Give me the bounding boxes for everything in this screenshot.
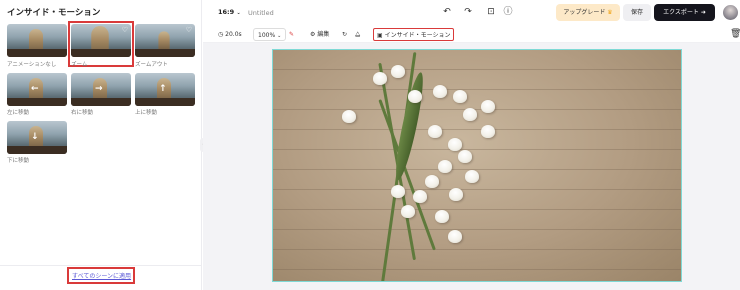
edit-button[interactable]: ⚙ 編集 [310,28,329,41]
thumbnail-boat [71,49,131,57]
motion-option-label: 下に移動 [7,158,30,164]
flower [428,125,442,138]
motion-option-zoom[interactable]: ♡ [71,24,131,57]
flower [438,160,452,173]
panel-divider [0,265,201,266]
chevron-down-icon: ⌄ [277,33,282,39]
flower [481,125,495,138]
canvas-area: 🗑 [203,29,740,290]
arrow-up-icon: ↑ [159,84,167,94]
flower [453,90,467,103]
inside-motion-label: インサイド・モーション [384,32,451,39]
flower [481,100,495,113]
arrow-left-icon: ← [31,84,39,94]
favorite-icon[interactable]: ♡ [186,26,192,34]
inside-motion-panel: インサイド・モーション アニメーションなし ♡ ズーム ♡ ズームアウト ← 左… [0,0,202,290]
flower [458,150,472,163]
crown-icon: ♛ [607,9,613,16]
magic-edit-icon[interactable]: ✎ [289,28,294,41]
document-title[interactable]: Untitled [248,9,274,17]
motion-option-label: ズーム [71,62,88,68]
duration-control[interactable]: ◷ 20.0s [218,28,242,41]
motion-option-label: ズームアウト [135,62,168,68]
edit-label: 編集 [317,31,330,38]
arrow-down-icon: ↓ [31,132,39,142]
flower [408,90,422,103]
motion-option-label: 上に移動 [135,110,158,116]
screen-capture-icon[interactable]: ⊡ [484,5,498,19]
motion-option-move-down[interactable]: ↓ [7,121,67,154]
arrow-right-icon: → [95,84,103,94]
inside-motion-button[interactable]: ▣ インサイド・モーション [373,28,455,41]
flip-icon[interactable]: ⧋ [355,28,360,41]
flower [433,85,447,98]
zoom-select[interactable]: 100% ⌄ [253,28,287,41]
editor-toolbar: ◷ 20.0s 100% ⌄ ✎ ⚙ 編集 ↻ ⧋ ▣ インサイド・モーション [203,26,740,43]
export-label: エクスポート [663,9,699,16]
thumbnail-boat [7,49,67,57]
export-button[interactable]: エクスポート ➜ [654,4,715,21]
flower [391,65,405,78]
trash-icon[interactable]: 🗑 [730,29,740,39]
panel-title: インサイド・モーション [7,8,101,18]
thumbnail-boat [135,98,195,106]
motion-option-move-up[interactable]: ↑ [135,73,195,106]
zoom-value: 100% [258,32,276,39]
rotate-icon[interactable]: ↻ [342,28,347,41]
motion-option-zoom-out[interactable]: ♡ [135,24,195,57]
flower [413,190,427,203]
flower [373,72,387,85]
duration-value: 20.0s [225,31,242,38]
thumbnail-boat [7,146,67,154]
apply-to-all-scenes-link[interactable]: すべてのシーンに適用 [72,271,131,280]
thumbnail-boat [7,98,67,106]
avatar[interactable] [723,5,738,20]
motion-option-move-left[interactable]: ← [7,73,67,106]
flower [391,185,405,198]
flower [425,175,439,188]
motion-option-none[interactable] [7,24,67,57]
app-window: インサイド・モーション アニメーションなし ♡ ズーム ♡ ズームアウト ← 左… [0,0,740,290]
thumbnail-boat [71,98,131,106]
top-bar: 16:9 ⌄ Untitled ↶ ↷ ⊡ ⓘ アップグレード ♛ 保存 エクス… [203,0,740,26]
flower [342,110,356,123]
flower [449,188,463,201]
adjust-icon: ⚙ [310,31,316,38]
flower [401,205,415,218]
save-button[interactable]: 保存 [623,4,651,21]
clock-icon: ◷ [218,31,224,38]
chevron-down-icon: ⌄ [236,10,241,16]
thumbnail-person [158,31,170,51]
aspect-ratio-select[interactable]: 16:9 ⌄ [218,8,241,16]
motion-option-move-right[interactable]: → [71,73,131,106]
flower [448,138,462,151]
upgrade-label: アップグレード [563,9,606,16]
motion-option-label: 右に移動 [71,110,94,116]
motion-option-label: 左に移動 [7,110,30,116]
aspect-ratio-value: 16:9 [218,8,235,16]
favorite-icon[interactable]: ♡ [122,26,128,34]
motion-icon: ▣ [377,32,383,39]
help-icon[interactable]: ⓘ [501,5,515,19]
undo-icon[interactable]: ↶ [440,5,454,19]
flower [465,170,479,183]
flower [448,230,462,243]
upgrade-button[interactable]: アップグレード ♛ [556,4,620,21]
scene-canvas[interactable] [272,49,682,282]
thumbnail-boat [135,49,195,57]
flower [463,108,477,121]
motion-option-label: アニメーションなし [7,62,57,68]
arrow-right-icon: ➜ [700,9,706,16]
flower [435,210,449,223]
redo-icon[interactable]: ↷ [461,5,475,19]
